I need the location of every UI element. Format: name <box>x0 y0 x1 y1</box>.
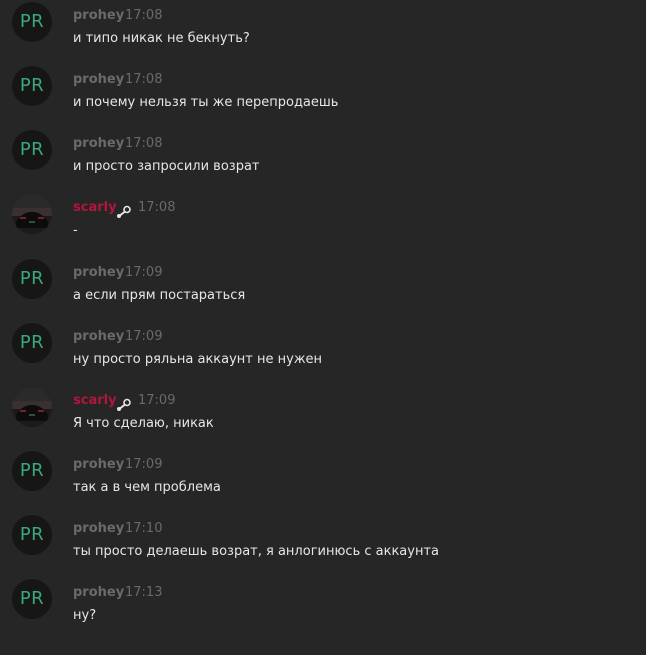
timestamp: 17:09 <box>125 265 163 280</box>
avatar[interactable]: PR <box>12 259 52 299</box>
username[interactable]: scarly <box>73 393 117 408</box>
message-text: ну? <box>73 608 97 623</box>
username[interactable]: prohey <box>73 585 124 600</box>
timestamp: 17:09 <box>125 329 163 344</box>
message-text: Я что сделаю, никак <box>73 416 214 431</box>
message-text: и просто запросили возрат <box>73 159 260 174</box>
message-text: и почему нельзя ты же перепродаешь <box>73 95 339 110</box>
username[interactable]: prohey <box>73 457 124 472</box>
car-photo-icon <box>12 194 52 234</box>
message: PR prohey 17:13 ну? <box>0 577 646 637</box>
chat-log: PR prohey 17:08 и типо никак не бекнуть?… <box>0 0 646 655</box>
message-text: а если прям постараться <box>73 288 246 303</box>
username[interactable]: prohey <box>73 521 124 536</box>
message: PR prohey 17:09 ну просто ряльна аккаунт… <box>0 321 646 381</box>
message: PR prohey 17:08 и почему нельзя ты же пе… <box>0 64 646 124</box>
avatar[interactable]: PR <box>12 515 52 555</box>
timestamp: 17:08 <box>125 136 163 151</box>
timestamp: 17:08 <box>125 72 163 87</box>
message-text: ну просто ряльна аккаунт не нужен <box>73 352 323 367</box>
message-text: так а в чем проблема <box>73 480 221 495</box>
avatar[interactable]: PR <box>12 579 52 619</box>
message: PR prohey 17:08 и типо никак не бекнуть? <box>0 0 646 60</box>
message: PR prohey 17:10 ты просто делаешь возрат… <box>0 513 646 573</box>
message: PR prohey 17:08 и просто запросили возра… <box>0 128 646 188</box>
steam-icon <box>116 204 132 218</box>
timestamp: 17:10 <box>125 521 163 536</box>
message-text: ты просто делаешь возрат, я анлогинюсь с… <box>73 544 440 559</box>
avatar-photo[interactable] <box>12 387 52 427</box>
timestamp: 17:08 <box>125 8 163 23</box>
avatar[interactable]: PR <box>12 451 52 491</box>
username[interactable]: prohey <box>73 265 124 280</box>
steam-icon <box>116 397 132 411</box>
username[interactable]: prohey <box>73 72 124 87</box>
avatar[interactable]: PR <box>12 323 52 363</box>
avatar[interactable]: PR <box>12 2 52 42</box>
message: PR prohey 17:09 а если прям постараться <box>0 257 646 317</box>
message: PR prohey 17:09 так а в чем проблема <box>0 449 646 509</box>
username[interactable]: scarly <box>73 200 117 215</box>
username[interactable]: prohey <box>73 136 124 151</box>
timestamp: 17:09 <box>138 393 176 408</box>
message-text: и типо никак не бекнуть? <box>73 31 250 46</box>
timestamp: 17:08 <box>138 200 176 215</box>
timestamp: 17:13 <box>125 585 163 600</box>
avatar[interactable]: PR <box>12 130 52 170</box>
message: scarly 17:08 - <box>0 192 646 252</box>
timestamp: 17:09 <box>125 457 163 472</box>
username[interactable]: prohey <box>73 8 124 23</box>
car-photo-icon <box>12 387 52 427</box>
message: scarly 17:09 Я что сделаю, никак <box>0 385 646 445</box>
username[interactable]: prohey <box>73 329 124 344</box>
avatar-photo[interactable] <box>12 194 52 234</box>
message-text: - <box>73 223 78 238</box>
avatar[interactable]: PR <box>12 66 52 106</box>
